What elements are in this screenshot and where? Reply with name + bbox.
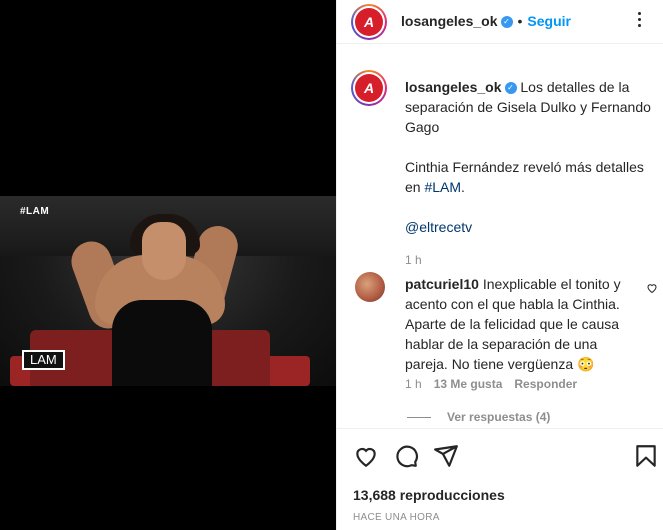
comment-bubble-icon[interactable]: [393, 443, 419, 469]
post-header: A losangeles_ok ✓ • Seguir: [337, 0, 663, 44]
person-dress: [112, 300, 212, 386]
caption-avatar[interactable]: A: [351, 70, 387, 106]
author-avatar[interactable]: A: [351, 4, 387, 40]
comment-body: patcuriel10 Inexplicable el tonito y ace…: [405, 274, 635, 374]
author-username[interactable]: losangeles_ok: [401, 13, 498, 29]
comment-time[interactable]: 1 h: [405, 377, 422, 391]
person-head: [142, 222, 186, 280]
separator-dot: •: [517, 13, 523, 29]
verified-badge-icon: ✓: [500, 16, 513, 29]
view-replies[interactable]: Ver respuestas (4): [407, 410, 550, 424]
like-heart-icon[interactable]: [353, 443, 379, 469]
more-options-icon[interactable]: [630, 12, 650, 28]
mention-link[interactable]: @eltrecetv: [405, 219, 472, 235]
follow-button[interactable]: Seguir: [527, 13, 571, 29]
comment-likes[interactable]: 13 Me gusta: [434, 377, 503, 391]
replies-line: [407, 417, 431, 419]
brand-logo-icon: A: [355, 74, 383, 102]
commenter-avatar[interactable]: [355, 272, 385, 302]
caption-username[interactable]: losangeles_ok: [405, 79, 502, 95]
like-comment-heart-icon[interactable]: [646, 282, 658, 294]
view-replies-label[interactable]: Ver respuestas (4): [447, 410, 550, 424]
action-bar: [337, 428, 663, 485]
reply-button[interactable]: Responder: [514, 377, 577, 391]
lam-logo: LAM: [22, 350, 65, 370]
save-bookmark-icon[interactable]: [633, 443, 659, 469]
hashtag-overlay: #LAM: [20, 206, 50, 217]
verified-badge-icon: ✓: [504, 82, 517, 95]
post-panel: A losangeles_ok ✓ • Seguir A losangeles_ok ✓…: [336, 0, 663, 530]
post-timestamp[interactable]: HACE UNA HORA: [353, 512, 440, 523]
share-paper-plane-icon[interactable]: [433, 443, 459, 469]
caption-period: .: [461, 179, 465, 195]
caption-time[interactable]: 1 h: [405, 253, 422, 267]
post-media[interactable]: #LAM LAM: [0, 0, 336, 530]
view-count[interactable]: 13,688 reproducciones: [353, 487, 505, 503]
caption-text: losangeles_ok ✓ Los detalles de la separa…: [405, 77, 655, 270]
hashtag-link[interactable]: #LAM: [424, 179, 461, 195]
brand-logo-icon: A: [355, 8, 383, 36]
commenter-username[interactable]: patcuriel10: [405, 276, 479, 292]
comment-meta: 1 h 13 Me gusta Responder: [405, 377, 577, 391]
header-user: losangeles_ok ✓ • Seguir: [401, 13, 571, 29]
